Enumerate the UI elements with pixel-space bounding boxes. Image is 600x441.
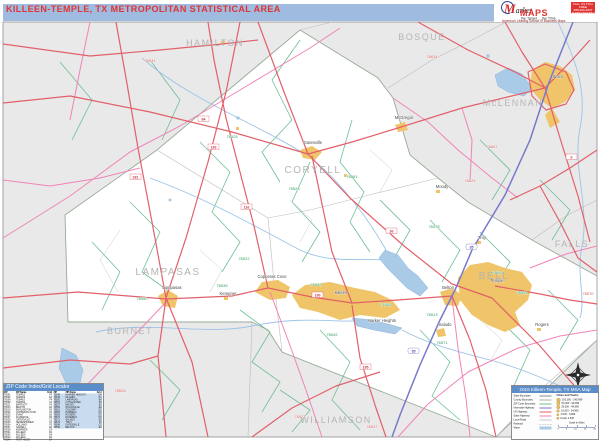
svg-text:116: 116 bbox=[244, 206, 250, 210]
svg-text:84: 84 bbox=[202, 118, 206, 122]
city-size-symbol bbox=[556, 413, 560, 416]
legend-title: 2016 Killeen-Temple, TX MSA Map bbox=[512, 386, 598, 393]
city-size-row: Under 2,500 bbox=[556, 416, 598, 420]
svg-text:Killeen: Killeen bbox=[335, 290, 348, 295]
svg-text:76524: 76524 bbox=[464, 178, 476, 183]
svg-text:FALLS: FALLS bbox=[555, 239, 590, 249]
svg-text:BURNET: BURNET bbox=[107, 326, 153, 336]
scale-numbers: 0 5 10 15 20 bbox=[557, 427, 596, 431]
svg-text:HAMILTON: HAMILTON bbox=[186, 38, 244, 48]
scale-bar: Scale in Miles 0 5 10 15 20 bbox=[557, 422, 598, 431]
svg-text:76501: 76501 bbox=[516, 290, 528, 295]
svg-text:Salado: Salado bbox=[438, 322, 452, 327]
svg-text:183: 183 bbox=[211, 146, 217, 150]
svg-text:76571: 76571 bbox=[436, 340, 448, 345]
svg-text:76550: 76550 bbox=[136, 296, 148, 301]
marketmaps-logo: Market MAPS ...the Target. ...the Time. … bbox=[494, 0, 600, 23]
svg-text:McGregor: McGregor bbox=[395, 115, 414, 120]
zip-table-row: 76599 BELTON E4 bbox=[53, 426, 102, 429]
map-canvas: 84 281 183 190 36 195 116 6 35 35 76522 … bbox=[2, 21, 598, 438]
svg-text:76525: 76525 bbox=[226, 134, 238, 139]
svg-text:76579: 76579 bbox=[428, 224, 440, 229]
svg-text:McLENNAN: McLENNAN bbox=[483, 98, 544, 108]
svg-text:Kempner: Kempner bbox=[220, 291, 238, 296]
scale-ruler bbox=[558, 425, 596, 428]
legend-swatch bbox=[539, 395, 552, 397]
svg-text:Troy: Troy bbox=[478, 235, 487, 240]
svg-text:Gatesville: Gatesville bbox=[304, 140, 323, 145]
legend-swatch bbox=[539, 407, 552, 409]
cities-and-towns-title: Cities and Towns bbox=[556, 394, 579, 397]
city-size-symbol bbox=[556, 409, 560, 413]
svg-text:78605: 78605 bbox=[114, 388, 126, 393]
svg-text:76657: 76657 bbox=[486, 144, 498, 149]
svg-text:35: 35 bbox=[412, 350, 416, 354]
legend-item: Water bbox=[514, 426, 555, 430]
svg-text:WILLIAMSON: WILLIAMSON bbox=[300, 415, 372, 425]
legend-swatch bbox=[539, 415, 552, 417]
svg-text:Rogers: Rogers bbox=[535, 322, 549, 327]
svg-text:Belton: Belton bbox=[442, 285, 455, 290]
svg-text:76539: 76539 bbox=[216, 283, 228, 288]
zip-index-title: ZIP Code Index/Grid Locator bbox=[4, 384, 103, 391]
logo-contact-box: CALL US TOLL FREE 888-929-4627 MARKETMAP… bbox=[571, 2, 600, 15]
legend-body: State Boundary County Boundary ZIP Code Bo… bbox=[512, 393, 598, 430]
svg-text:Moody: Moody bbox=[436, 184, 449, 189]
svg-text:36: 36 bbox=[390, 230, 394, 234]
svg-text:Waco: Waco bbox=[553, 74, 564, 79]
svg-text:76513: 76513 bbox=[426, 312, 438, 317]
svg-text:190: 190 bbox=[315, 294, 321, 298]
svg-text:BOSQUE: BOSQUE bbox=[398, 32, 446, 42]
map-legend-panel: 2016 Killeen-Temple, TX MSA Map State Bo… bbox=[511, 385, 599, 440]
svg-text:CORYELL: CORYELL bbox=[284, 165, 341, 176]
svg-text:195: 195 bbox=[363, 366, 369, 370]
svg-text:BELL: BELL bbox=[479, 271, 509, 282]
legend-symbol-list: State Boundary County Boundary ZIP Code Bo… bbox=[512, 393, 555, 430]
map-poster: 84 281 183 190 36 195 116 6 35 35 76522 … bbox=[0, 0, 600, 441]
svg-text:76528: 76528 bbox=[288, 186, 300, 191]
svg-text:76522: 76522 bbox=[238, 256, 250, 261]
zip-index-panel: ZIP Code Index/Grid Locator ZIP ZIP Name G… bbox=[3, 383, 104, 441]
svg-text:76634: 76634 bbox=[426, 54, 438, 59]
svg-text:76548: 76548 bbox=[380, 302, 392, 307]
svg-text:76549: 76549 bbox=[310, 282, 322, 287]
svg-text:76542: 76542 bbox=[326, 332, 338, 337]
svg-text:Copperas Cove: Copperas Cove bbox=[257, 274, 287, 279]
svg-text:Lampasas: Lampasas bbox=[162, 285, 181, 290]
logo-m-glyph: M bbox=[504, 1, 516, 16]
legend-swatch bbox=[539, 426, 552, 430]
zip-index-column-right: ZIP ZIP Name Grid 76548 HARKER HEIGHTS D4 7654… bbox=[53, 391, 102, 441]
legend-swatch bbox=[539, 403, 552, 405]
city-size-symbol bbox=[556, 405, 560, 409]
legend-swatch bbox=[539, 423, 552, 425]
svg-text:Harker Heights: Harker Heights bbox=[368, 318, 396, 323]
city-size-symbol bbox=[556, 417, 559, 420]
zip-index-table: ZIP ZIP Name Grid 76501 TEMPLE F4 76502 TEMPLE E… bbox=[4, 391, 103, 441]
legend-cities-column: Cities and Towns 100,000 - 249,999 50,000… bbox=[555, 393, 598, 430]
svg-text:76561: 76561 bbox=[346, 174, 358, 179]
logo-subline: America's Leading Source of Business Map… bbox=[502, 19, 566, 23]
svg-text:281: 281 bbox=[133, 176, 139, 180]
svg-text:76570: 76570 bbox=[582, 291, 594, 296]
legend-swatch bbox=[539, 419, 552, 421]
legend-swatch bbox=[539, 399, 552, 401]
svg-text:LAMPASAS: LAMPASAS bbox=[135, 267, 200, 278]
zip-index-column-left: ZIP ZIP Name Grid 76501 TEMPLE F4 76502 TEMPLE E… bbox=[4, 391, 53, 441]
svg-text:76531: 76531 bbox=[144, 58, 156, 63]
page-title: KILLEEN-TEMPLE, TX METROPOLITAN STATISTI… bbox=[6, 4, 281, 14]
legend-swatch bbox=[539, 411, 552, 413]
svg-text:6: 6 bbox=[571, 156, 573, 160]
svg-text:35: 35 bbox=[470, 246, 474, 250]
logo-contact-line3: MARKETMAPS.COM bbox=[571, 11, 600, 15]
cities-and-towns-list: 100,000 - 249,999 50,000 - 99,999 25,000 -… bbox=[556, 397, 598, 420]
